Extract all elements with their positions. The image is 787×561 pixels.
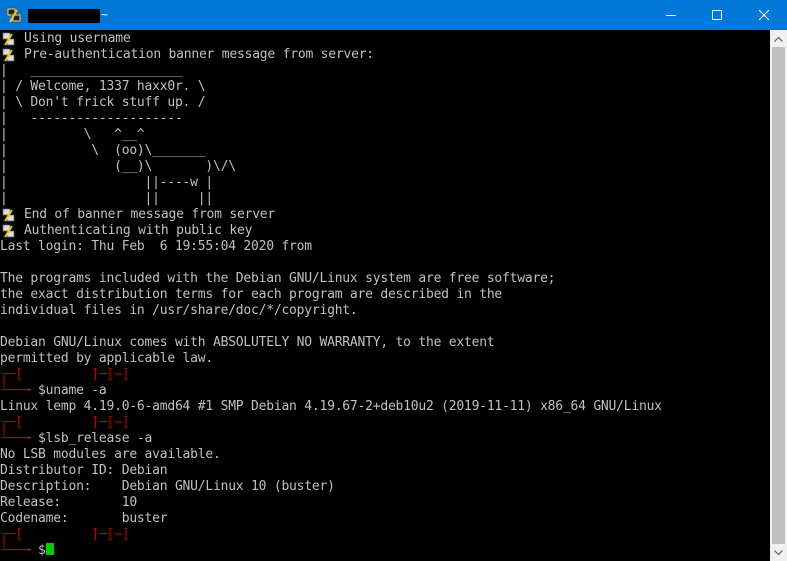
prompt-line[interactable]: └──╼ $	[0, 543, 54, 559]
prompt-header: ┌─[ ]─[~]	[0, 415, 130, 430]
prompt-symbol: $	[38, 543, 46, 558]
terminal-line: | / Welcome, 1337 haxx0r. \	[0, 79, 206, 94]
terminal-line: | (__)\ )\/\	[0, 159, 236, 174]
terminal-line: Using username	[24, 31, 131, 46]
terminal-line: | ____________________	[0, 63, 183, 78]
terminal-line: End of banner message from server	[24, 207, 276, 222]
scroll-thumb[interactable]	[772, 47, 785, 544]
terminal[interactable]: Using username Pre-authentication banner…	[0, 30, 770, 561]
terminal-line: No LSB modules are available.	[0, 447, 221, 462]
prompt-symbol: $	[38, 383, 46, 398]
title-bar[interactable]: ~	[0, 0, 787, 30]
prompt-symbol: $	[38, 431, 46, 446]
prompt-arrow: └──╼	[0, 383, 39, 398]
terminal-line: | ||----w |	[0, 175, 213, 190]
key-icon	[2, 48, 15, 62]
terminal-line: Pre-authentication banner message from s…	[24, 47, 374, 62]
text-cursor	[45, 543, 54, 555]
minimize-button[interactable]	[648, 0, 694, 30]
scroll-up-button[interactable]	[770, 30, 787, 47]
terminal-line: Linux lemp 4.19.0-6-amd64 #1 SMP Debian …	[0, 399, 662, 414]
terminal-line: The programs included with the Debian GN…	[0, 271, 556, 286]
terminal-line: Release: 10	[0, 495, 137, 510]
prompt-line: └──╼ $lsb_release -a	[0, 431, 152, 447]
prompt-header: ┌─[ ]─[~]	[0, 527, 130, 542]
terminal-line: permitted by applicable law.	[0, 351, 213, 366]
key-icon	[2, 224, 15, 238]
window-title: ~	[101, 8, 109, 22]
chevron-down-icon	[774, 549, 783, 555]
terminal-line: | --------------------	[0, 111, 183, 126]
redacted-title	[28, 9, 100, 23]
terminal-line: individual files in /usr/share/doc/*/cop…	[0, 303, 358, 318]
close-button[interactable]	[740, 0, 787, 30]
scroll-down-button[interactable]	[770, 544, 787, 561]
terminal-line: | \ Don't frick stuff up. /	[0, 95, 206, 110]
key-icon	[2, 32, 15, 46]
key-icon	[2, 208, 15, 222]
terminal-line: | || ||	[0, 191, 213, 206]
prompt-arrow: └──╼	[0, 543, 39, 558]
maximize-button[interactable]	[694, 0, 740, 30]
terminal-line: | \ ^__^	[0, 127, 145, 142]
terminal-line: Distributor ID: Debian	[0, 463, 168, 478]
putty-icon	[6, 7, 22, 23]
terminal-line: | \ (oo)\_______	[0, 143, 206, 158]
terminal-line: Codename: buster	[0, 511, 168, 526]
close-icon	[758, 10, 769, 20]
terminal-line: the exact distribution terms for each pr…	[0, 287, 503, 302]
terminal-line: Authenticating with public key	[24, 223, 253, 238]
terminal-line: Debian GNU/Linux comes with ABSOLUTELY N…	[0, 335, 495, 350]
terminal-line: Last login: Thu Feb 6 19:55:04 2020 from	[0, 239, 312, 254]
terminal-line: Description: Debian GNU/Linux 10 (buster…	[0, 479, 335, 494]
minimize-icon	[666, 15, 676, 16]
command-text: lsb_release -a	[45, 431, 153, 446]
prompt-header: ┌─[ ]─[~]	[0, 367, 130, 382]
vertical-scrollbar[interactable]	[770, 30, 787, 561]
maximize-icon	[712, 10, 722, 20]
prompt-arrow: └──╼	[0, 431, 39, 446]
prompt-line: └──╼ $uname -a	[0, 383, 107, 399]
command-text: uname -a	[45, 383, 107, 398]
chevron-up-icon	[774, 36, 783, 42]
